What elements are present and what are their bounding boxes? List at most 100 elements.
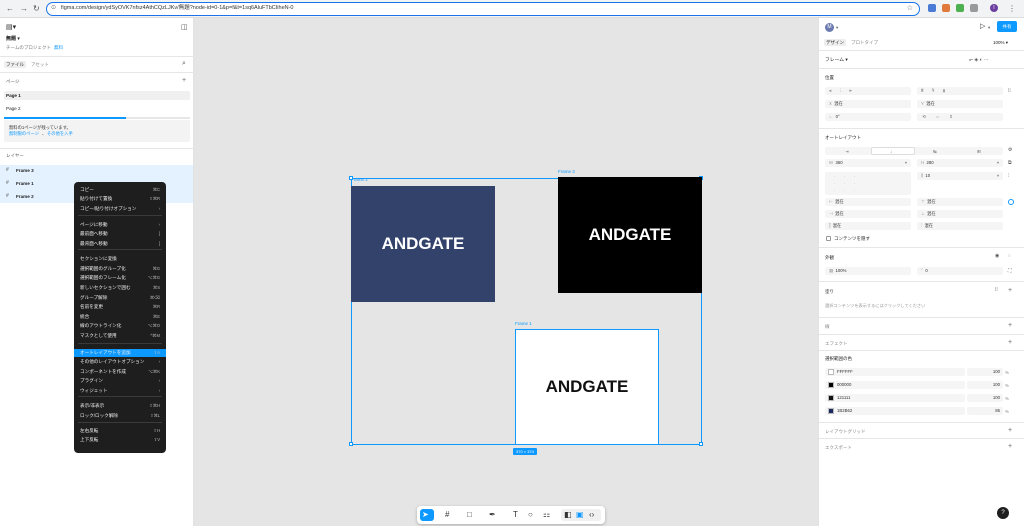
y-field[interactable]: Y 混在 — [917, 100, 1003, 108]
padding-vertical-field[interactable]: ⫶ 混在 — [917, 222, 1003, 230]
padding-horizontal-field[interactable]: ⫿ 混在 — [825, 222, 911, 230]
extension-icon-1[interactable] — [928, 4, 936, 12]
menu-item[interactable]: プラグイン › — [74, 377, 166, 385]
menu-item[interactable]: オートレイアウトを追加 ⇧A — [74, 349, 166, 357]
get-more-link[interactable]: その他を入手 — [47, 130, 73, 137]
padding-mode-icon[interactable] — [1008, 199, 1014, 205]
autolayout-settings-icon[interactable]: ⚙ — [1008, 147, 1012, 154]
site-info-icon[interactable]: ⊙ — [51, 3, 56, 14]
color-hex-field[interactable]: 000000 — [825, 381, 965, 389]
color-swatch[interactable] — [828, 408, 834, 414]
color-opacity-field[interactable]: 100 — [967, 368, 1003, 376]
menu-item[interactable]: 選択範囲のグループ化 ⌘G — [74, 265, 166, 273]
distribute-icon[interactable]: ⁞⁞ — [1008, 88, 1011, 95]
browser-menu-icon[interactable]: ⋮ — [1008, 4, 1016, 14]
back-icon[interactable]: ← — [6, 4, 14, 14]
selection-color-row[interactable]: 000000 100% — [825, 381, 1011, 389]
tab-file[interactable]: ファイル — [4, 61, 26, 68]
color-hex-field[interactable]: 1B2B62 — [825, 407, 965, 415]
height-field[interactable]: H 280 ▾ — [917, 159, 1003, 167]
aspect-lock-icon[interactable]: ⧉ — [1008, 160, 1012, 167]
add-fill-icon[interactable]: + — [1008, 287, 1012, 294]
blend-mode-icon[interactable]: ◌ — [1008, 253, 1011, 260]
tab-design[interactable]: デザイン — [824, 39, 846, 46]
frame-black[interactable]: ANDGATE — [558, 177, 702, 293]
selection-color-row[interactable]: 1B2B62 85% — [825, 407, 1011, 415]
search-icon[interactable]: ⌕ — [182, 60, 186, 67]
resize-handle-bl[interactable] — [349, 442, 353, 446]
fill-hint[interactable]: 選択コンテンツを表示するにはクリックしてください — [825, 302, 925, 309]
menu-item[interactable]: ウィジェット › — [74, 387, 166, 395]
menu-item[interactable]: 上下反転 ⇧V — [74, 436, 166, 444]
menu-item[interactable]: コンポーネントを作成 ⌥⌘K — [74, 368, 166, 376]
present-icon[interactable]: ▷ — [980, 23, 985, 30]
move-tool-icon[interactable]: ➤ — [422, 510, 429, 520]
add-export-icon[interactable]: + — [1008, 443, 1012, 450]
reload-icon[interactable]: ↻ — [33, 4, 40, 14]
selection-color-row[interactable]: 121111 100% — [825, 394, 1011, 402]
zoom-level[interactable]: 100% ▾ — [993, 39, 1008, 46]
add-stroke-icon[interactable]: + — [1008, 322, 1012, 329]
add-page-icon[interactable]: + — [182, 77, 186, 84]
add-layout-grid-icon[interactable]: + — [1008, 427, 1012, 434]
extension-icon-3[interactable] — [956, 4, 964, 12]
independent-corners-icon[interactable]: ⛶ — [1008, 268, 1012, 275]
width-field[interactable]: W 360 ▾ — [825, 159, 911, 167]
canvas[interactable]: Frame 2 ANDGATE Frame 3 ANDGATE Frame 1 … — [194, 18, 818, 526]
fill-style-icon[interactable]: ⁞⁞ — [995, 287, 998, 294]
frame-actions-icons[interactable]: ⟜ ◈ ◐ ⋯ — [969, 57, 989, 64]
profile-avatar[interactable]: I — [990, 4, 998, 12]
color-hex-field[interactable]: 121111 — [825, 394, 965, 402]
color-swatch[interactable] — [828, 395, 834, 401]
frame-navy[interactable]: ANDGATE — [351, 186, 495, 302]
color-swatch[interactable] — [828, 369, 834, 375]
menu-item[interactable]: 線のアウトライン化 ⌥⌘O — [74, 322, 166, 330]
menu-item[interactable]: ロック/ロック解除 ⇧⌘L — [74, 412, 166, 420]
address-bar[interactable]: ⊙ figma.com/design/ydSyOVK7nfsz4AthCQzLJ… — [46, 2, 920, 16]
menu-item[interactable]: グループ解除 ⌘⌫ — [74, 294, 166, 302]
frame-label-3[interactable]: Frame 3 — [558, 169, 575, 174]
file-name[interactable]: 無題 ▾ — [6, 36, 20, 43]
align-vertical-controls[interactable]: ⫪ ⫩ ⫫ — [917, 87, 1003, 95]
resize-handle-br[interactable] — [699, 442, 703, 446]
user-avatar[interactable]: M — [825, 23, 834, 32]
forward-icon[interactable]: → — [20, 4, 28, 14]
share-button[interactable]: 共有 — [997, 21, 1017, 32]
padding-left-field[interactable]: ⊢ 混在 — [825, 198, 911, 206]
comment-tool-icon[interactable]: ○ — [528, 510, 533, 520]
help-button[interactable]: ? — [997, 507, 1009, 519]
frame-label-1[interactable]: Frame 1 — [515, 321, 532, 326]
resize-handle-tl[interactable] — [349, 176, 353, 180]
corner-radius-field[interactable]: ⌜ 0 — [917, 267, 1003, 275]
project-name[interactable]: チームのプロジェクト — [6, 44, 51, 51]
x-field[interactable]: X 混在 — [825, 100, 911, 108]
rotation-field[interactable]: ∟ 0° — [825, 113, 911, 121]
menu-item[interactable]: コピー ⌘C — [74, 186, 166, 194]
frame-tool-icon[interactable]: # — [445, 510, 449, 520]
color-opacity-field[interactable]: 85 — [967, 407, 1003, 415]
selection-color-row[interactable]: FFFFFF 100% — [825, 368, 1011, 376]
menu-item[interactable]: 表示/非表示 ⇧⌘H — [74, 402, 166, 410]
add-effect-icon[interactable]: + — [1008, 339, 1012, 346]
padding-right-field[interactable]: ⊣ 混在 — [825, 210, 911, 218]
page-item-1[interactable]: Page 1 — [4, 91, 190, 100]
align-horizontal-controls[interactable]: ⫷ ⫶ ⫸ — [825, 87, 911, 95]
menu-item[interactable]: 選択範囲のフレーム化 ⌥⌘G — [74, 274, 166, 282]
menu-item[interactable]: ページに移動 › — [74, 221, 166, 229]
gap-field[interactable]: ⫼ 10 ▾ — [917, 172, 1003, 180]
clip-content-checkbox[interactable] — [826, 236, 831, 241]
menu-item[interactable]: 貼り付けて置換 ⇧⌘R — [74, 195, 166, 203]
menu-item[interactable]: その他のレイアウトオプション › — [74, 358, 166, 366]
color-opacity-field[interactable]: 100 — [967, 381, 1003, 389]
padding-top-field[interactable]: ⊤ 混在 — [917, 198, 1003, 206]
extensions-puzzle-icon[interactable] — [970, 4, 978, 12]
flip-controls[interactable]: ⟲ ⇔ ⇕ — [917, 113, 1003, 121]
unlimited-pages-link[interactable]: 無制限のページ — [9, 130, 39, 137]
menu-item[interactable]: 新しいセクションで囲む ⌘S — [74, 284, 166, 292]
menu-item[interactable]: セクションに変換 — [74, 255, 166, 263]
panel-toggle-icon[interactable]: ◫ — [181, 24, 188, 31]
extension-icon-2[interactable] — [942, 4, 950, 12]
menu-item[interactable]: 最前面へ移動] — [74, 230, 166, 238]
tab-assets[interactable]: アセット — [31, 61, 49, 68]
tab-prototype[interactable]: プロトタイプ — [851, 39, 878, 46]
